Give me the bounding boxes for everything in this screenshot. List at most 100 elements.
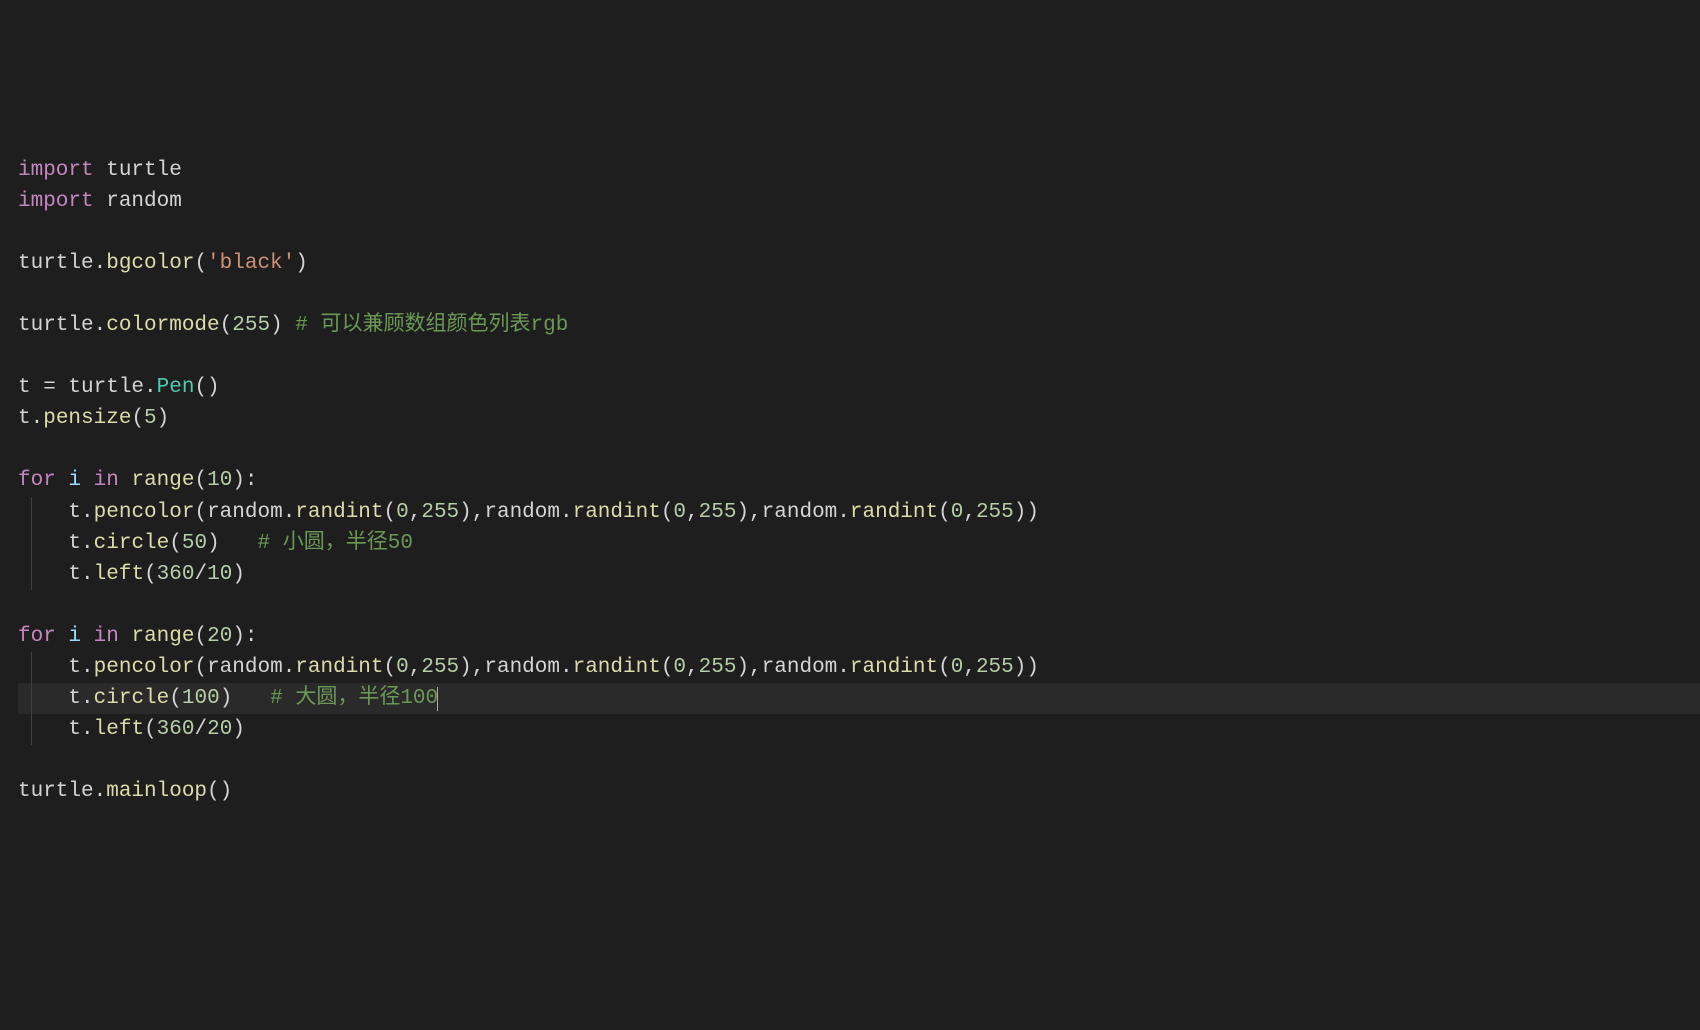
code-line[interactable]: for i in range(10): [18, 465, 1700, 496]
paren: ( [938, 501, 951, 524]
number-literal: 10 [207, 563, 232, 586]
object-ref: random. [484, 501, 572, 524]
object-ref: random. [762, 656, 850, 679]
paren: ), [459, 656, 484, 679]
code-line[interactable]: t.pensize(5) [18, 403, 1700, 434]
object-ref: turtle. [18, 314, 106, 337]
number-literal: 360 [157, 718, 195, 741]
paren: ( [661, 501, 674, 524]
number-literal: 20 [207, 625, 232, 648]
method-call: pencolor [94, 501, 195, 524]
number-literal: 50 [182, 532, 207, 555]
paren: ) [270, 314, 295, 337]
space [119, 625, 132, 648]
object-ref: t. [68, 687, 93, 710]
code-line[interactable]: t.left(360/10) [18, 559, 1700, 590]
keyword-for: for [18, 469, 56, 492]
code-line-blank[interactable] [18, 217, 1700, 248]
number-literal: 255 [232, 314, 270, 337]
paren: ) [232, 563, 245, 586]
method-call: pensize [43, 407, 131, 430]
comma: , [409, 656, 422, 679]
paren: ( [169, 687, 182, 710]
code-line-blank[interactable] [18, 745, 1700, 776]
paren: ) [220, 687, 270, 710]
code-line[interactable]: turtle.colormode(255) # 可以兼顾数组颜色列表rgb [18, 310, 1700, 341]
space [56, 625, 69, 648]
paren: ( [661, 656, 674, 679]
paren: ), [736, 656, 761, 679]
number-literal: 0 [396, 501, 409, 524]
object-ref: random. [484, 656, 572, 679]
code-line-current[interactable]: t.circle(100) # 大圆，半径100 [18, 683, 1700, 714]
indent [18, 687, 68, 710]
code-editor[interactable]: import turtle import random turtle.bgcol… [0, 0, 1700, 807]
code-line[interactable]: turtle.bgcolor('black') [18, 248, 1700, 279]
operator: = [31, 376, 69, 399]
object-ref: turtle. [18, 252, 106, 275]
space [81, 469, 94, 492]
paren: ( [169, 532, 182, 555]
paren: ) [232, 718, 245, 741]
paren: ( [384, 656, 397, 679]
method-call: randint [850, 656, 938, 679]
code-line[interactable]: t.circle(50) # 小圆，半径50 [18, 528, 1700, 559]
number-literal: 10 [207, 469, 232, 492]
paren: )) [1014, 656, 1039, 679]
variable: t [18, 376, 31, 399]
paren: ( [144, 563, 157, 586]
number-literal: 255 [976, 501, 1014, 524]
code-line-blank[interactable] [18, 434, 1700, 465]
indent [18, 563, 68, 586]
code-line[interactable]: t.pencolor(random.randint(0,255),random.… [18, 497, 1700, 528]
comma: , [963, 501, 976, 524]
object-ref: t. [18, 407, 43, 430]
object-ref: t. [68, 718, 93, 741]
builtin-func: range [131, 625, 194, 648]
paren: ( [220, 314, 233, 337]
keyword-import: import [18, 190, 94, 213]
comma: , [686, 656, 699, 679]
method-call: randint [850, 501, 938, 524]
method-call: randint [295, 656, 383, 679]
indent-guide [31, 559, 32, 590]
paren: ): [232, 625, 257, 648]
class-name: Pen [157, 376, 195, 399]
code-line-blank[interactable] [18, 341, 1700, 372]
code-line[interactable]: for i in range(20): [18, 621, 1700, 652]
number-literal: 255 [699, 501, 737, 524]
code-line-blank[interactable] [18, 279, 1700, 310]
variable: i [68, 625, 81, 648]
paren: ( [194, 469, 207, 492]
comma: , [686, 501, 699, 524]
paren: ), [459, 501, 484, 524]
keyword-for: for [18, 625, 56, 648]
indent-guide [31, 683, 32, 714]
parens: () [194, 376, 219, 399]
indent-guide [31, 497, 32, 528]
code-line[interactable]: turtle.mainloop() [18, 776, 1700, 807]
paren: ) [295, 252, 308, 275]
method-call: pencolor [94, 656, 195, 679]
number-literal: 5 [144, 407, 157, 430]
comma: , [409, 501, 422, 524]
code-line[interactable]: t.pencolor(random.randint(0,255),random.… [18, 652, 1700, 683]
comment: # 大圆，半径100 [270, 687, 438, 710]
paren: ) [157, 407, 170, 430]
code-line[interactable]: t.left(360/20) [18, 714, 1700, 745]
method-call: left [94, 718, 144, 741]
number-literal: 20 [207, 718, 232, 741]
code-line[interactable]: t = turtle.Pen() [18, 372, 1700, 403]
code-line[interactable]: import turtle [18, 155, 1700, 186]
object-ref: turtle. [68, 376, 156, 399]
object-ref: turtle. [18, 780, 106, 803]
code-line-blank[interactable] [18, 590, 1700, 621]
space [81, 625, 94, 648]
code-line[interactable]: import random [18, 186, 1700, 217]
number-literal: 360 [157, 563, 195, 586]
module-name: turtle [94, 159, 182, 182]
object-ref: t. [68, 532, 93, 555]
method-call: left [94, 563, 144, 586]
indent [18, 656, 68, 679]
indent [18, 718, 68, 741]
